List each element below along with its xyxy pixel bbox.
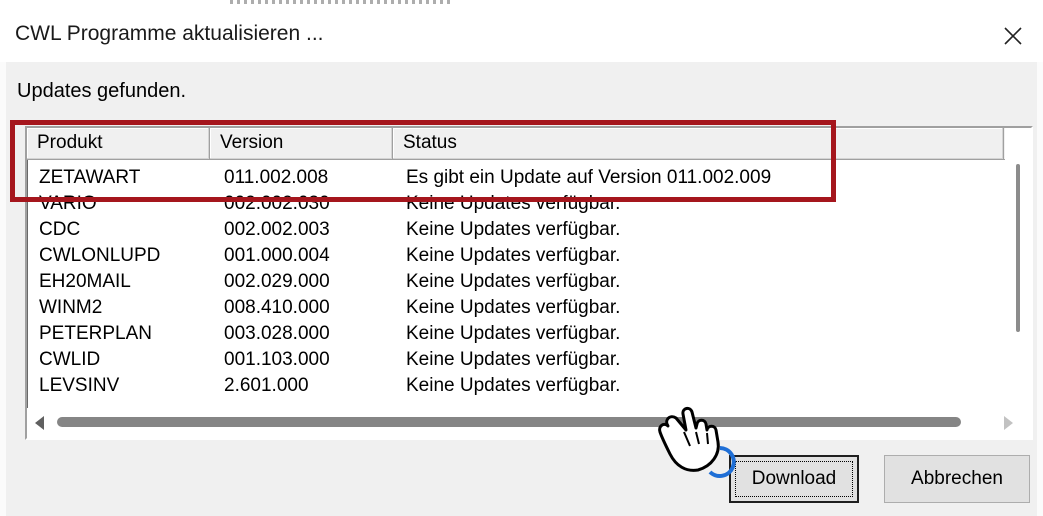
cell-status: Keine Updates verfügbar. — [406, 375, 621, 396]
column-header-status[interactable]: Status — [393, 128, 1004, 160]
column-header-product[interactable]: Produkt — [27, 128, 210, 160]
cell-product: VARIO — [39, 193, 97, 214]
scroll-right-arrow-icon[interactable] — [1004, 416, 1013, 430]
focus-rectangle — [735, 461, 853, 497]
cell-product: CWLID — [39, 349, 101, 370]
window-frame-left — [0, 62, 6, 516]
download-button[interactable]: Download — [729, 455, 859, 503]
cell-product: ZETAWART — [39, 167, 141, 188]
list-body: ZETAWART 011.002.008 Es gibt ein Update … — [27, 160, 1007, 408]
vertical-scrollbar[interactable] — [1005, 128, 1031, 408]
cancel-button-label: Abbrechen — [911, 468, 1003, 489]
table-row[interactable]: PETERPLAN 003.028.000 Keine Updates verf… — [27, 323, 1007, 349]
cancel-button[interactable]: Abbrechen — [884, 455, 1030, 503]
cell-version: 008.410.000 — [224, 297, 330, 318]
cell-product: PETERPLAN — [39, 323, 152, 344]
table-row[interactable]: VARIO 002.002.030 Keine Updates verfügba… — [27, 193, 1007, 219]
cell-status: Keine Updates verfügbar. — [406, 219, 621, 240]
cell-product: EH20MAIL — [39, 271, 131, 292]
cell-product: LEVSINV — [39, 375, 120, 396]
table-row[interactable]: WINM2 008.410.000 Keine Updates verfügba… — [27, 297, 1007, 323]
column-header-version[interactable]: Version — [210, 128, 393, 160]
vertical-scrollbar-thumb[interactable] — [1016, 164, 1020, 332]
dialog-title: CWL Programme aktualisieren ... — [15, 22, 324, 45]
table-row[interactable]: CDC 002.002.003 Keine Updates verfügbar. — [27, 219, 1007, 245]
close-button[interactable] — [983, 10, 1043, 62]
cell-version: 002.029.000 — [224, 271, 330, 292]
cell-status: Keine Updates verfügbar. — [406, 245, 621, 266]
background-window-text-fragment — [230, 0, 450, 4]
cell-version: 2.601.000 — [224, 375, 309, 396]
cell-product: CDC — [39, 219, 81, 240]
table-row[interactable]: CWLID 001.103.000 Keine Updates verfügba… — [27, 349, 1007, 375]
cell-status: Keine Updates verfügbar. — [406, 349, 621, 370]
window-frame-right — [1037, 62, 1043, 516]
cell-product: WINM2 — [39, 297, 103, 318]
table-row[interactable]: CWLONLUPD 001.000.004 Keine Updates verf… — [27, 245, 1007, 271]
scroll-left-arrow-icon[interactable] — [35, 416, 44, 430]
cell-version: 001.103.000 — [224, 349, 330, 370]
horizontal-scrollbar[interactable] — [27, 408, 1031, 438]
horizontal-scrollbar-thumb[interactable] — [57, 417, 961, 427]
cell-product: CWLONLUPD — [39, 245, 161, 266]
background-window-strip — [0, 0, 1043, 10]
cell-status: Keine Updates verfügbar. — [406, 271, 621, 292]
dialog-title-bar: CWL Programme aktualisieren ... — [0, 10, 1043, 62]
cell-version: 003.028.000 — [224, 323, 330, 344]
table-row[interactable]: LEVSINV 2.601.000 Keine Updates verfügba… — [27, 375, 1007, 401]
products-list-view[interactable]: Produkt Version Status ZETAWART 011.002.… — [25, 126, 1033, 440]
cell-status: Keine Updates verfügbar. — [406, 297, 621, 318]
cell-version: 011.002.008 — [224, 167, 329, 188]
status-message: Updates gefunden. — [17, 80, 187, 102]
list-header: Produkt Version Status — [27, 128, 1007, 160]
cell-status: Keine Updates verfügbar. — [406, 193, 621, 214]
table-row[interactable]: ZETAWART 011.002.008 Es gibt ein Update … — [27, 167, 1007, 193]
close-icon — [1004, 27, 1022, 45]
cell-version: 002.002.003 — [224, 219, 330, 240]
cell-status: Keine Updates verfügbar. — [406, 323, 621, 344]
cell-status: Es gibt ein Update auf Version 011.002.0… — [406, 167, 772, 188]
cell-version: 001.000.004 — [224, 245, 330, 266]
table-row[interactable]: EH20MAIL 002.029.000 Keine Updates verfü… — [27, 271, 1007, 297]
cell-version: 002.002.030 — [224, 193, 330, 214]
